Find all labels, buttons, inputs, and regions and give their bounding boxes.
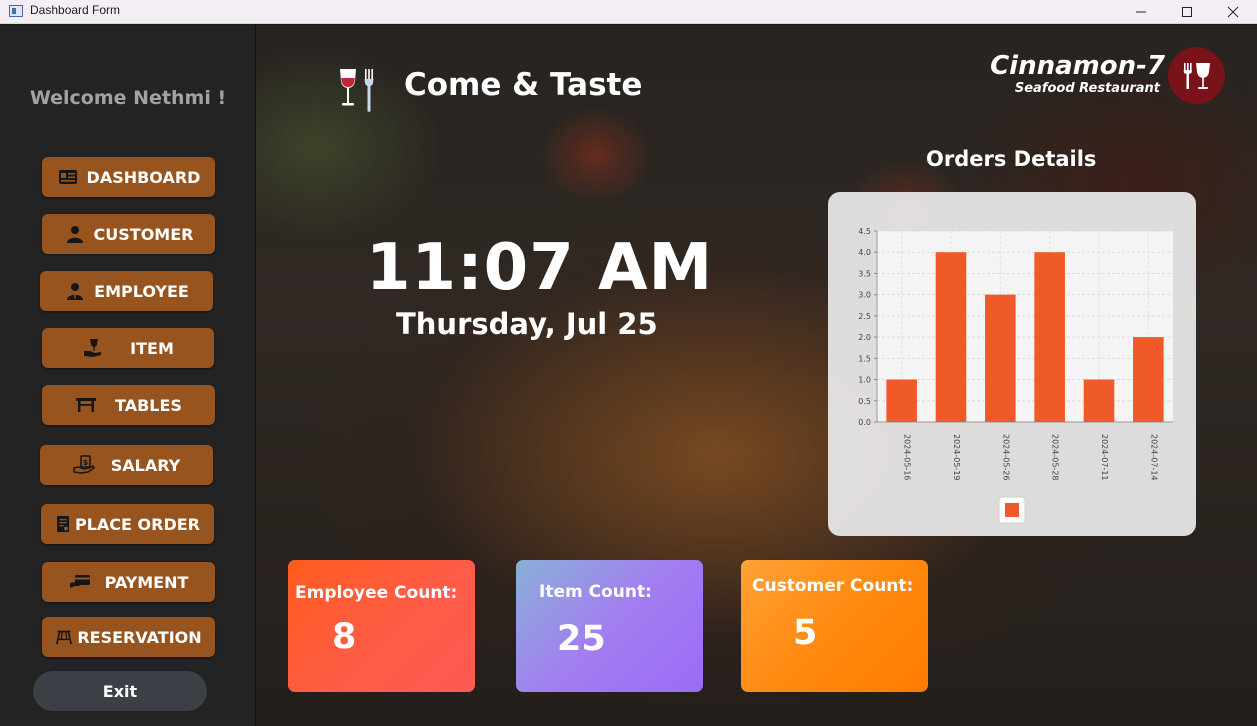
fork-glass-icon — [1183, 62, 1210, 89]
y-tick-label: 4.0 — [858, 248, 871, 257]
orders-bar-chart: 0.0 0.5 1.0 1.5 2.0 2.5 3.0 3.5 4.0 4.5 2024-05-16… — [858, 227, 1173, 524]
maximize-icon — [1182, 7, 1192, 17]
clock-time: 11:07 AM — [366, 231, 714, 305]
y-tick-label: 2.5 — [858, 312, 871, 321]
y-tick-label: 0.5 — [858, 397, 871, 406]
user-tie-icon — [64, 281, 86, 301]
sidebar-item-label: DASHBOARD — [86, 167, 201, 187]
exit-button[interactable]: Exit — [33, 671, 207, 711]
x-tick-label: 2024-05-16 — [903, 434, 912, 481]
wine-fork-icon — [340, 69, 374, 112]
customer-count-value: 5 — [793, 613, 818, 653]
brand-title: Come & Taste — [404, 67, 643, 103]
welcome-message: Welcome Nethmi ! — [29, 87, 227, 109]
minimize-button[interactable] — [1118, 0, 1164, 24]
customer-count-card: Customer Count: 5 — [741, 560, 928, 692]
bar — [886, 379, 917, 422]
sidebar-item-label: PLACE ORDER — [75, 514, 200, 534]
employee-count-label: Employee Count: — [295, 583, 458, 603]
bar — [1034, 252, 1065, 422]
close-icon — [1227, 6, 1239, 18]
bar — [985, 294, 1016, 422]
hand-money-icon: $ — [72, 455, 95, 475]
x-tick-label: 2024-05-28 — [1051, 434, 1060, 481]
sidebar-item-label: PAYMENT — [104, 572, 189, 592]
sidebar-item-label: RESERVATION — [77, 627, 202, 647]
plot-area — [877, 231, 1173, 422]
window-title: Dashboard Form — [30, 3, 121, 17]
sidebar-item-reservation[interactable]: RESERVATION — [42, 617, 215, 657]
orders-chart-title: Orders Details — [926, 147, 1097, 171]
y-tick-label: 3.0 — [858, 291, 871, 300]
x-tick-label: 2024-07-11 — [1100, 434, 1109, 481]
window-title-bar: Dashboard Form — [0, 0, 1257, 24]
minimize-icon — [1136, 11, 1146, 13]
clock-date: Thursday, Jul 25 — [396, 307, 658, 341]
y-tick-label: 3.5 — [858, 269, 871, 278]
y-tick-label: 0.0 — [858, 418, 871, 427]
sidebar-item-customer[interactable]: CUSTOMER — [42, 214, 215, 254]
table-icon — [75, 395, 97, 415]
employee-count-value: 8 — [332, 617, 357, 657]
x-tick-label: 2024-07-14 — [1149, 434, 1158, 481]
customer-count-label: Customer Count: — [752, 576, 914, 596]
bar — [1133, 337, 1164, 422]
y-tick-label: 1.0 — [858, 376, 871, 385]
bar — [935, 252, 967, 422]
item-count-value: 25 — [557, 619, 606, 659]
card-payment-icon — [69, 572, 91, 592]
x-tick-label: 2024-05-26 — [1001, 434, 1010, 481]
order-form-icon — [55, 514, 71, 534]
id-card-icon — [57, 167, 79, 187]
sidebar-item-label: SALARY — [110, 455, 181, 475]
sidebar-item-employee[interactable]: EMPLOYEE — [40, 271, 213, 311]
wine-glass-hand-icon — [82, 338, 104, 358]
sidebar-item-dashboard[interactable]: DASHBOARD — [42, 157, 215, 197]
y-tick-label: 2.0 — [858, 333, 871, 342]
close-button[interactable] — [1210, 0, 1256, 24]
svg-text:$: $ — [82, 458, 88, 467]
item-count-label: Item Count: — [539, 582, 652, 602]
logo-subtitle: Seafood Restaurant — [1014, 81, 1160, 96]
employee-count-card: Employee Count: 8 — [288, 560, 475, 692]
reservation-table-icon — [55, 627, 73, 647]
y-tick-label: 4.5 — [858, 227, 871, 236]
sidebar-item-salary[interactable]: $ SALARY — [40, 445, 213, 485]
sidebar-item-label: TABLES — [115, 395, 182, 415]
bar — [1083, 379, 1115, 422]
logo-name: Cinnamon-7 — [990, 51, 1165, 81]
sidebar-item-payment[interactable]: PAYMENT — [42, 562, 215, 602]
maximize-button[interactable] — [1164, 0, 1210, 24]
sidebar-item-label: EMPLOYEE — [94, 281, 189, 301]
sidebar-item-place-order[interactable]: PLACE ORDER — [41, 504, 214, 544]
item-count-card: Item Count: 25 — [516, 560, 703, 692]
app-icon — [9, 5, 23, 17]
user-icon — [64, 224, 86, 244]
sidebar: Welcome Nethmi ! DASHBOARD CUSTOMER EMPL… — [0, 25, 256, 726]
sidebar-item-item[interactable]: ITEM — [42, 328, 214, 368]
restaurant-logo-badge — [1168, 47, 1225, 104]
y-tick-label: 1.5 — [858, 354, 871, 363]
x-tick-label: 2024-05-19 — [952, 434, 961, 481]
sidebar-item-label: ITEM — [130, 338, 174, 358]
legend-swatch — [1005, 503, 1019, 517]
orders-chart-panel: 0.0 0.5 1.0 1.5 2.0 2.5 3.0 3.5 4.0 4.5 2024-05-16… — [828, 192, 1196, 536]
sidebar-item-tables[interactable]: TABLES — [42, 385, 215, 425]
main-content: Come & Taste Cinnamon-7 Seafood Restaura… — [256, 25, 1257, 726]
sidebar-item-label: CUSTOMER — [93, 224, 194, 244]
